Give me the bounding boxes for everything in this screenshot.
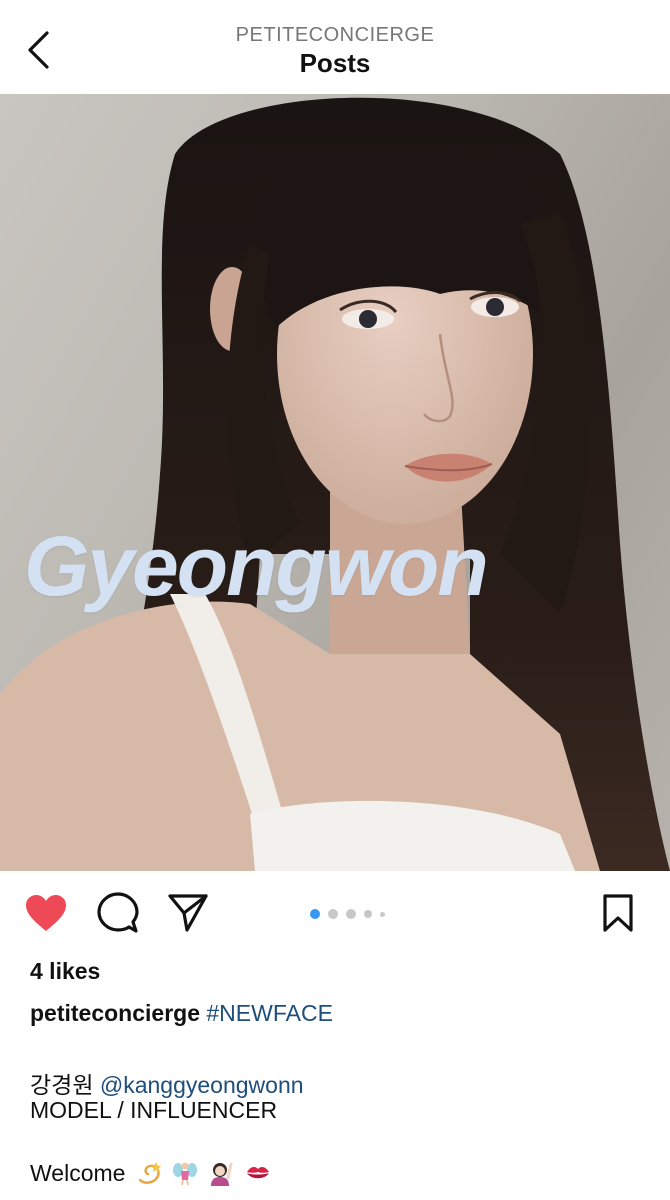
- dizzy-icon: [138, 1162, 161, 1184]
- carousel-dot: [380, 911, 385, 917]
- likes-count[interactable]: 4 likes: [30, 958, 100, 985]
- paper-plane-icon: [167, 892, 209, 939]
- kiss-mark-icon: [247, 1167, 269, 1179]
- korean-name: 강경원: [30, 1072, 94, 1098]
- hashtag-link[interactable]: #NEWFACE: [206, 1000, 333, 1026]
- share-button[interactable]: [166, 893, 210, 937]
- carousel-dot: [328, 909, 338, 919]
- carousel-dot: [364, 910, 372, 918]
- caption-first-line: petiteconcierge #NEWFACE: [30, 1000, 333, 1027]
- comment-button[interactable]: [96, 891, 140, 939]
- bookmark-icon: [601, 893, 635, 938]
- fairy-icon: [173, 1162, 198, 1186]
- caption-name-line: 강경원 @kanggyeongwonn: [30, 1066, 304, 1100]
- photo-overlay-text: Gyeongwon: [24, 519, 489, 613]
- comment-bubble-icon: [97, 891, 139, 939]
- welcome-text: Welcome: [30, 1160, 126, 1186]
- caption-welcome-line: Welcome: [30, 1160, 271, 1187]
- caption-role: MODEL / INFLUENCER: [30, 1097, 278, 1123]
- save-button[interactable]: [596, 893, 640, 937]
- carousel-dot: [346, 909, 356, 919]
- post-photo[interactable]: Gyeongwon: [0, 94, 670, 871]
- portrait-illustration: [0, 97, 670, 871]
- raising-hand-woman-icon: [210, 1162, 233, 1186]
- like-button[interactable]: [24, 893, 68, 937]
- page-title: Posts: [299, 48, 371, 78]
- carousel-dot: [310, 909, 320, 919]
- top-bar: PETITECONCIERGE Posts: [0, 0, 670, 94]
- action-bar: [0, 871, 670, 957]
- author-username[interactable]: petiteconcierge: [30, 1000, 200, 1026]
- post-screen: PETITECONCIERGE Posts Gyeongwon 4 likes …: [0, 0, 670, 1200]
- heart-icon: [24, 893, 68, 938]
- account-name: PETITECONCIERGE: [235, 24, 435, 46]
- mention-link[interactable]: @kanggyeongwonn: [100, 1072, 304, 1098]
- carousel-indicator: [310, 909, 385, 919]
